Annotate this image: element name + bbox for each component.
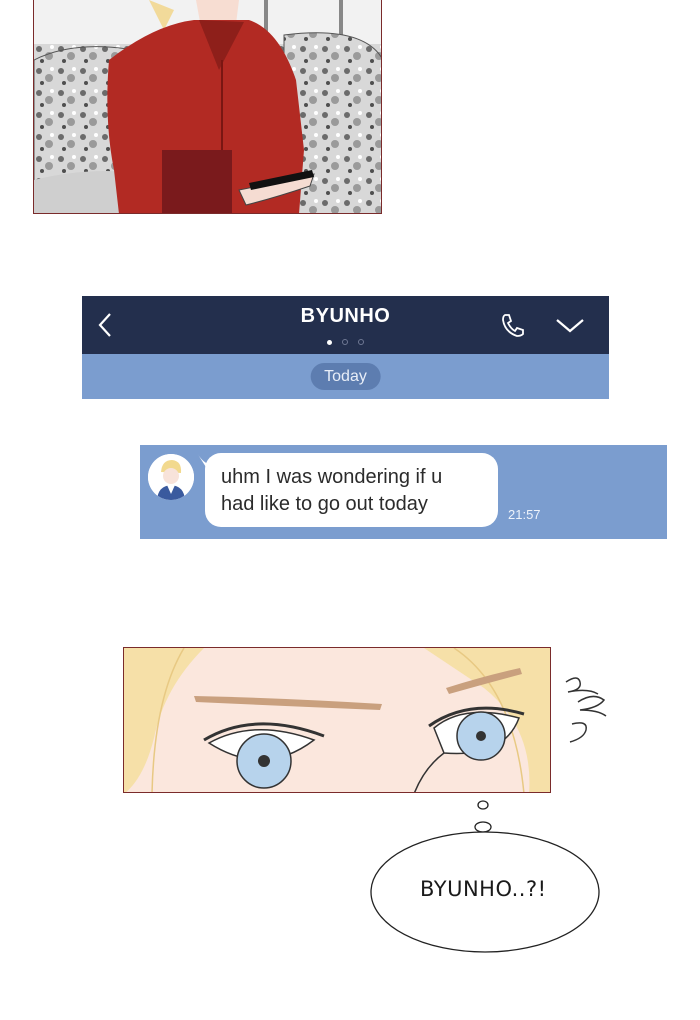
- date-separator-badge: Today: [310, 363, 381, 390]
- chevron-down-icon: [556, 319, 584, 333]
- eyes-closeup-illustration: [124, 648, 550, 792]
- message-bubble[interactable]: uhm I was wondering if u had like to go …: [205, 453, 498, 527]
- page-dot-active: [327, 340, 332, 345]
- avatar[interactable]: [148, 454, 194, 500]
- squiggle-effect-icon: [565, 677, 607, 743]
- message-line: uhm I was wondering if u: [221, 466, 443, 488]
- chat-message-panel: uhm I was wondering if u had like to go …: [140, 445, 667, 539]
- illustration-panel-eyes: [123, 647, 551, 793]
- thought-text: BYUNHO..?!: [420, 877, 547, 901]
- message-timestamp: 21:57: [508, 507, 541, 522]
- page-dot: [342, 339, 348, 345]
- illustration-panel-woman-phone: [33, 0, 382, 214]
- call-button[interactable]: [495, 296, 531, 354]
- chat-date-bar: Today: [82, 354, 609, 399]
- message-line: had like to go out today: [221, 493, 428, 515]
- chat-navbar: BYUNHO: [82, 296, 609, 354]
- page-dot: [358, 339, 364, 345]
- phone-icon: [502, 314, 524, 337]
- chat-header-panel: BYUNHO Today: [82, 296, 609, 399]
- woman-phone-illustration: [34, 0, 381, 213]
- menu-dropdown-button[interactable]: [552, 296, 588, 354]
- contact-avatar-image: [148, 454, 194, 500]
- thought-bubble: BYUNHO..?!: [360, 795, 610, 960]
